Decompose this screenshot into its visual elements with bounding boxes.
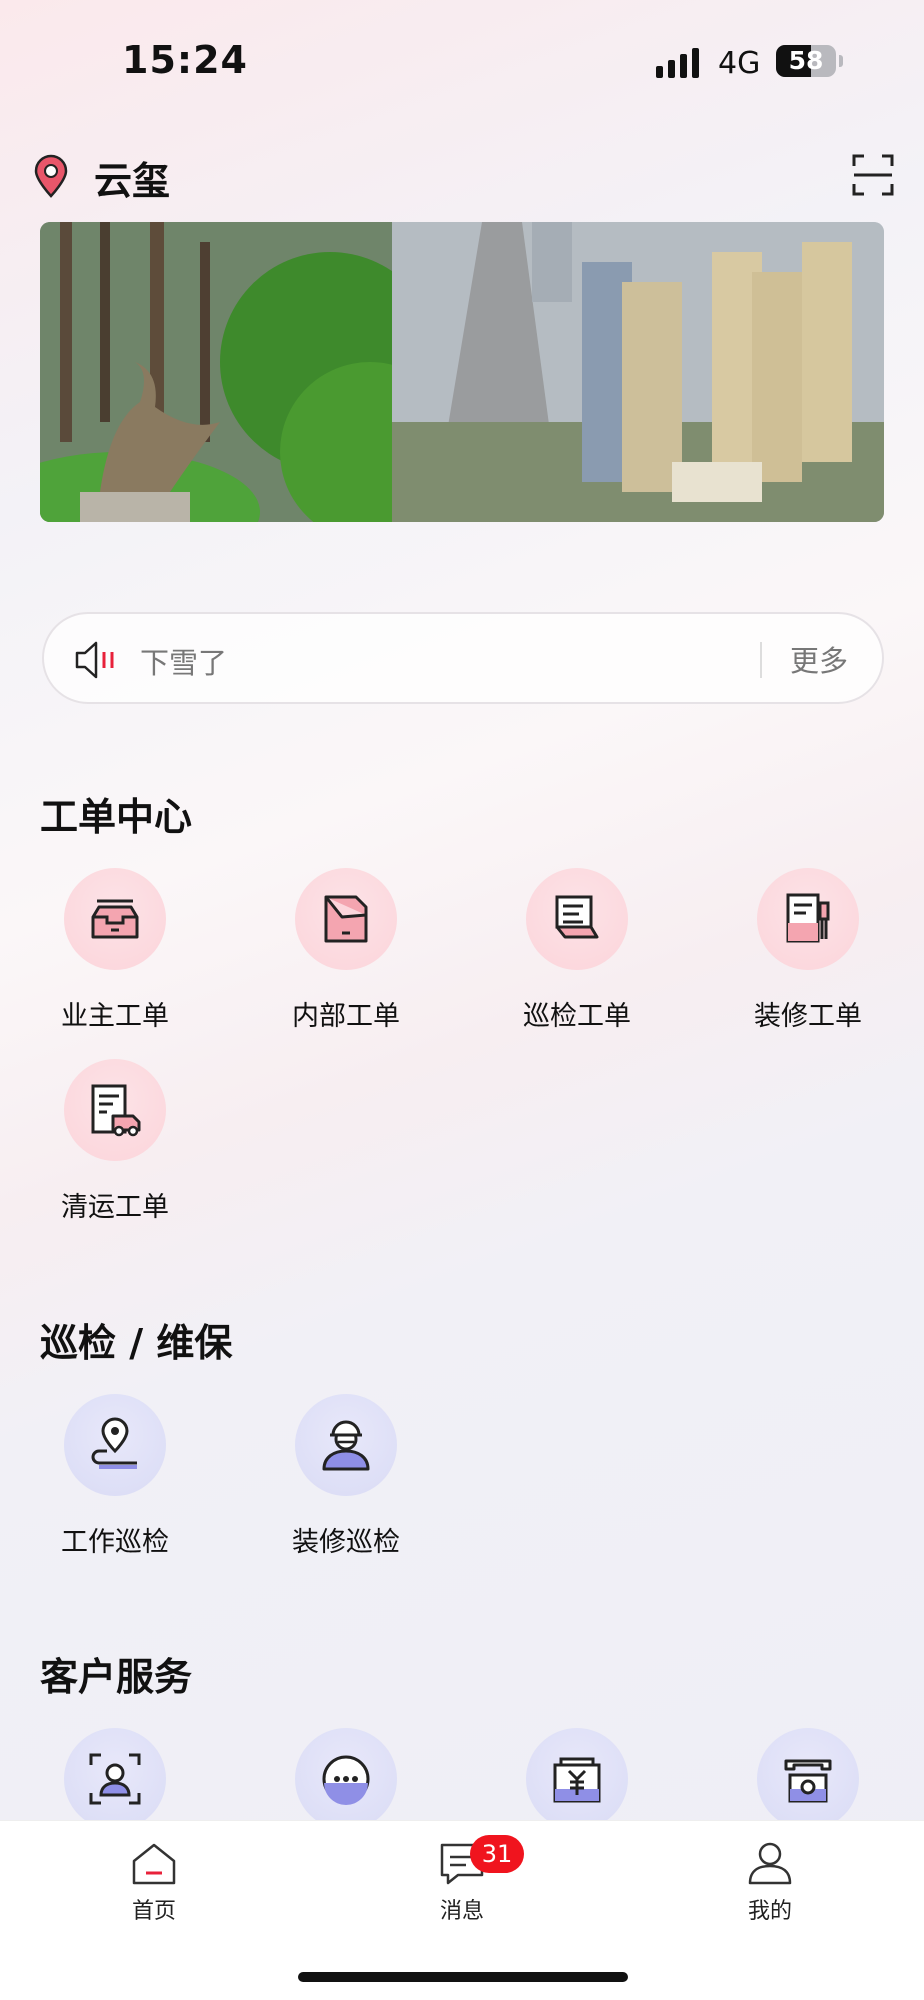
folded-document-icon	[324, 895, 368, 943]
tab-profile-label: 我的	[747, 1899, 792, 1924]
location-pin-route-icon	[91, 1417, 137, 1469]
community-name[interactable]: 云玺	[94, 150, 170, 205]
inspection-work-label: 工作巡检	[61, 1527, 169, 1558]
speaker-icon	[75, 641, 114, 679]
telephone-icon	[784, 1759, 832, 1803]
icon-circle	[64, 1059, 166, 1161]
tab-home-label: 首页	[131, 1899, 176, 1924]
location-pin-icon[interactable]	[32, 154, 70, 198]
work-order-renovation[interactable]: 装修工单	[723, 868, 883, 1038]
icon-circle	[64, 1394, 166, 1496]
icon-circle	[64, 1728, 166, 1830]
status-time: 15:24	[122, 38, 248, 82]
inspection-renovation[interactable]: 装修巡检	[261, 1394, 421, 1564]
work-order-owner-label: 业主工单	[61, 1001, 169, 1032]
message-count-badge: 31	[470, 1835, 524, 1873]
home-icon	[132, 1843, 176, 1885]
notice-divider	[760, 642, 762, 678]
inspection-work[interactable]: 工作巡检	[30, 1394, 190, 1564]
section-title-customer-service: 客户服务	[40, 1655, 193, 1699]
home-indicator[interactable]	[298, 1972, 628, 1982]
work-order-inspection[interactable]: 巡检工单	[492, 868, 652, 1038]
tab-profile[interactable]: 我的	[690, 1839, 850, 1939]
worker-helmet-icon	[322, 1420, 370, 1471]
notice-text: 下雪了	[140, 646, 228, 680]
yuan-payment-icon	[553, 1757, 601, 1803]
document-truck-icon	[91, 1084, 141, 1137]
section-title-work-orders: 工单中心	[40, 795, 193, 839]
tab-messages-label: 消息	[439, 1899, 484, 1924]
work-order-owner[interactable]: 业主工单	[30, 868, 190, 1038]
banner-image-buildings	[392, 222, 884, 522]
icon-circle	[295, 868, 397, 970]
notice-bar[interactable]: 下雪了 更多	[42, 612, 884, 704]
checklist-document-icon	[555, 895, 599, 939]
chat-bubble-icon	[322, 1755, 370, 1805]
work-order-internal-label: 内部工单	[292, 1001, 400, 1032]
work-order-cleanup[interactable]: 清运工单	[30, 1059, 190, 1229]
battery-tip	[839, 55, 843, 67]
tab-home[interactable]: 首页	[74, 1839, 234, 1939]
icon-circle	[757, 868, 859, 970]
work-order-renovation-label: 装修工单	[754, 1001, 862, 1032]
notice-more-link[interactable]: 更多	[790, 638, 848, 680]
tab-messages[interactable]: 消息 31	[382, 1835, 542, 1939]
icon-circle	[64, 868, 166, 970]
signal-icon	[656, 48, 699, 78]
icon-circle	[526, 1728, 628, 1830]
network-type: 4G	[718, 46, 761, 81]
work-order-cleanup-label: 清运工单	[61, 1192, 169, 1223]
document-brush-icon	[786, 893, 830, 943]
battery-level: 58	[788, 46, 824, 75]
work-order-internal[interactable]: 内部工单	[261, 868, 421, 1038]
battery-icon: 58	[776, 45, 836, 77]
section-title-inspection: 巡检 / 维保	[40, 1321, 233, 1365]
status-bar: 15:24 4G 58	[0, 0, 924, 120]
work-order-inspection-label: 巡检工单	[523, 1001, 631, 1032]
icon-circle	[526, 868, 628, 970]
icon-circle	[757, 1728, 859, 1830]
scan-icon[interactable]	[852, 154, 894, 196]
header: 云玺	[30, 140, 894, 210]
banner-image-garden	[40, 222, 392, 522]
profile-icon	[748, 1842, 792, 1885]
inbox-tray-icon	[91, 899, 139, 939]
icon-circle	[295, 1394, 397, 1496]
banner-carousel[interactable]	[40, 222, 884, 522]
icon-circle	[295, 1728, 397, 1830]
face-scan-icon	[89, 1753, 141, 1805]
inspection-renovation-label: 装修巡检	[292, 1527, 400, 1558]
